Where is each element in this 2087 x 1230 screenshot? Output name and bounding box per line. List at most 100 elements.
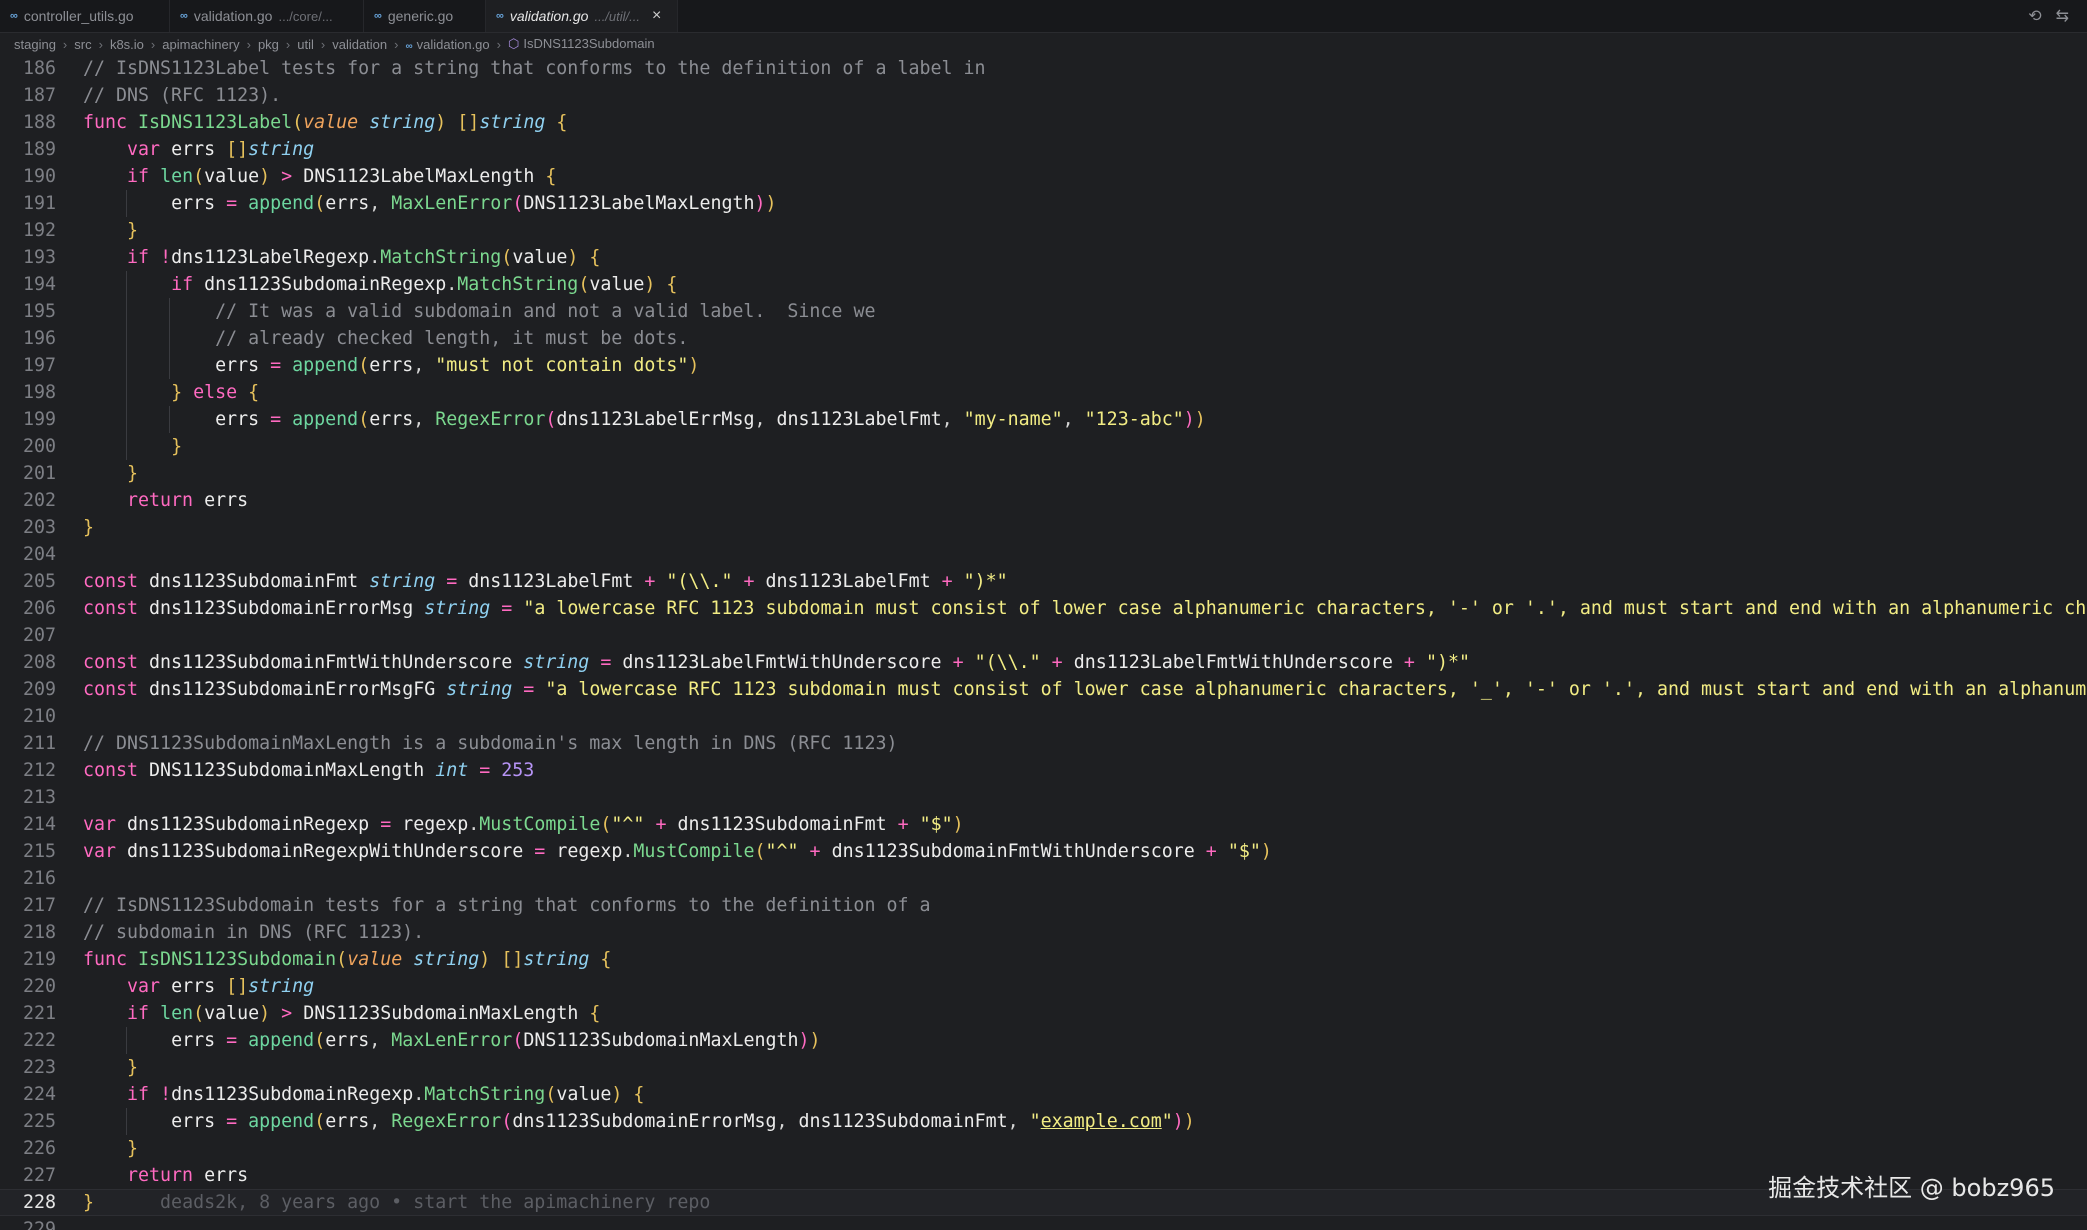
code-line[interactable]: 197 errs = append(errs, "must not contai… bbox=[0, 352, 2087, 379]
code-line[interactable]: 189 var errs []string bbox=[0, 136, 2087, 163]
code-line[interactable]: 190 if len(value) > DNS1123LabelMaxLengt… bbox=[0, 163, 2087, 190]
line-number: 204 bbox=[22, 544, 56, 565]
code-line[interactable]: 212 const DNS1123SubdomainMaxLength int =… bbox=[0, 757, 2087, 784]
code-line[interactable]: 187 // DNS (RFC 1123). bbox=[0, 82, 2087, 109]
code-text: errs = append(errs, "must not contain do… bbox=[215, 355, 700, 376]
code-line[interactable]: 229 bbox=[0, 1216, 2087, 1230]
code-text: // It was a valid subdomain and not a va… bbox=[215, 301, 876, 322]
tab-label: generic.go bbox=[387, 8, 454, 24]
line-number: 215 bbox=[22, 841, 56, 862]
breadcrumb-item[interactable]: src bbox=[74, 37, 91, 52]
code-line[interactable]: 194 if dns1123SubdomainRegexp.MatchStrin… bbox=[0, 271, 2087, 298]
line-number: 200 bbox=[22, 436, 56, 457]
tab-path: .../util/... bbox=[594, 8, 640, 24]
code-line[interactable]: 225 errs = append(errs, RegexError(dns11… bbox=[0, 1108, 2087, 1135]
tab-generic[interactable]: ∞ generic.go bbox=[364, 0, 486, 32]
code-line[interactable]: 201 } bbox=[0, 460, 2087, 487]
indent-guide bbox=[126, 352, 127, 379]
line-number: 228 bbox=[22, 1192, 56, 1213]
line-number: 210 bbox=[22, 706, 56, 727]
tab-validation-util[interactable]: ∞ validation.go .../util/... × bbox=[486, 0, 678, 32]
code-line[interactable]: 200 } bbox=[0, 433, 2087, 460]
line-number: 190 bbox=[22, 166, 56, 187]
line-number: 227 bbox=[22, 1165, 56, 1186]
code-editor[interactable]: 186 // IsDNS1123Label tests for a string … bbox=[0, 55, 2087, 1230]
close-icon[interactable]: × bbox=[652, 7, 661, 25]
line-number: 186 bbox=[22, 58, 56, 79]
code-text: return errs bbox=[127, 1165, 249, 1186]
code-line[interactable]: 186 // IsDNS1123Label tests for a string … bbox=[0, 55, 2087, 82]
code-line[interactable]: 203} bbox=[0, 514, 2087, 541]
code-text: // IsDNS1123Label tests for a string tha… bbox=[83, 58, 986, 79]
code-text: func IsDNS1123Label(value string) []stri… bbox=[83, 112, 568, 133]
line-number: 219 bbox=[22, 949, 56, 970]
code-line[interactable]: 207 bbox=[0, 622, 2087, 649]
breadcrumb-item[interactable]: staging bbox=[14, 37, 56, 52]
code-line[interactable]: 199 errs = append(errs, RegexError(dns11… bbox=[0, 406, 2087, 433]
indent-guide bbox=[126, 190, 127, 217]
code-line[interactable]: 215 var dns1123SubdomainRegexpWithUndersc… bbox=[0, 838, 2087, 865]
code-line[interactable]: 219 func IsDNS1123Subdomain(value string)… bbox=[0, 946, 2087, 973]
code-line[interactable]: 191 errs = append(errs, MaxLenError(DNS1… bbox=[0, 190, 2087, 217]
code-text: } else { bbox=[171, 382, 260, 403]
breadcrumb-item[interactable]: pkg bbox=[258, 37, 279, 52]
go-file-icon: ∞ bbox=[496, 10, 504, 22]
code-line[interactable]: 226 } bbox=[0, 1135, 2087, 1162]
indent-guide bbox=[126, 325, 127, 352]
code-line[interactable]: 205 const dns1123SubdomainFmt string = dn… bbox=[0, 568, 2087, 595]
code-line[interactable]: 223 } bbox=[0, 1054, 2087, 1081]
code-line[interactable]: 211 // DNS1123SubdomainMaxLength is a sub… bbox=[0, 730, 2087, 757]
code-line[interactable]: 217 // IsDNS1123Subdomain tests for a str… bbox=[0, 892, 2087, 919]
tab-controller-utils[interactable]: ∞ controller_utils.go bbox=[0, 0, 170, 32]
line-number: 209 bbox=[22, 679, 56, 700]
code-line[interactable]: 208 const dns1123SubdomainFmtWithUndersco… bbox=[0, 649, 2087, 676]
code-line[interactable]: 202 return errs bbox=[0, 487, 2087, 514]
indent-guide bbox=[126, 379, 127, 406]
line-number: 220 bbox=[22, 976, 56, 997]
code-line[interactable]: 216 bbox=[0, 865, 2087, 892]
line-number: 211 bbox=[22, 733, 56, 754]
code-line[interactable]: 206 const dns1123SubdomainErrorMsg string… bbox=[0, 595, 2087, 622]
line-number: 225 bbox=[22, 1111, 56, 1132]
line-number: 221 bbox=[22, 1003, 56, 1024]
line-number: 198 bbox=[22, 382, 56, 403]
history-icon[interactable]: ⟲ bbox=[2028, 6, 2041, 26]
breadcrumb-file[interactable]: ∞ validation.go bbox=[406, 37, 490, 52]
code-line[interactable]: 224 if !dns1123SubdomainRegexp.MatchStri… bbox=[0, 1081, 2087, 1108]
code-line[interactable]: 220 var errs []string bbox=[0, 973, 2087, 1000]
breadcrumb: staging › src › k8s.io › apimachinery › pkg ›… bbox=[0, 33, 2087, 55]
code-text: if len(value) > DNS1123LabelMaxLength { bbox=[127, 166, 557, 187]
line-number: 216 bbox=[22, 868, 56, 889]
code-line[interactable]: 218 // subdomain in DNS (RFC 1123). bbox=[0, 919, 2087, 946]
code-line[interactable]: 204 bbox=[0, 541, 2087, 568]
chevron-right-icon: › bbox=[285, 36, 291, 52]
breadcrumb-item[interactable]: apimachinery bbox=[162, 37, 239, 52]
compare-icon[interactable]: ⇆ bbox=[2056, 6, 2069, 26]
breadcrumb-item[interactable]: util bbox=[297, 37, 314, 52]
indent-guide bbox=[126, 433, 127, 460]
code-text: } bbox=[127, 463, 139, 484]
line-number: 208 bbox=[22, 652, 56, 673]
breadcrumb-item[interactable]: k8s.io bbox=[110, 37, 144, 52]
breadcrumb-symbol[interactable]: ⬡ IsDNS1123Subdomain bbox=[508, 36, 655, 52]
code-text: if len(value) > DNS1123SubdomainMaxLengt… bbox=[127, 1003, 601, 1024]
tab-validation-core[interactable]: ∞ validation.go .../core/... bbox=[170, 0, 364, 32]
line-number: 226 bbox=[22, 1138, 56, 1159]
code-line[interactable]: 195 // It was a valid subdomain and not … bbox=[0, 298, 2087, 325]
chevron-right-icon: › bbox=[246, 36, 251, 52]
code-line[interactable]: 213 bbox=[0, 784, 2087, 811]
code-line[interactable]: 192 } bbox=[0, 217, 2087, 244]
code-line[interactable]: 198 } else { bbox=[0, 379, 2087, 406]
breadcrumb-item[interactable]: validation bbox=[332, 37, 387, 52]
code-line[interactable]: 209 const dns1123SubdomainErrorMsgFG stri… bbox=[0, 676, 2087, 703]
code-line[interactable]: 221 if len(value) > DNS1123SubdomainMaxL… bbox=[0, 1000, 2087, 1027]
code-line[interactable]: 214 var dns1123SubdomainRegexp = regexp.M… bbox=[0, 811, 2087, 838]
line-number: 196 bbox=[22, 328, 56, 349]
code-line[interactable]: 188 func IsDNS1123Label(value string) []s… bbox=[0, 109, 2087, 136]
code-line[interactable]: 222 errs = append(errs, MaxLenError(DNS1… bbox=[0, 1027, 2087, 1054]
line-number: 217 bbox=[22, 895, 56, 916]
line-number: 205 bbox=[22, 571, 56, 592]
code-line[interactable]: 193 if !dns1123LabelRegexp.MatchString(v… bbox=[0, 244, 2087, 271]
code-line[interactable]: 196 // already checked length, it must b… bbox=[0, 325, 2087, 352]
code-line[interactable]: 210 bbox=[0, 703, 2087, 730]
